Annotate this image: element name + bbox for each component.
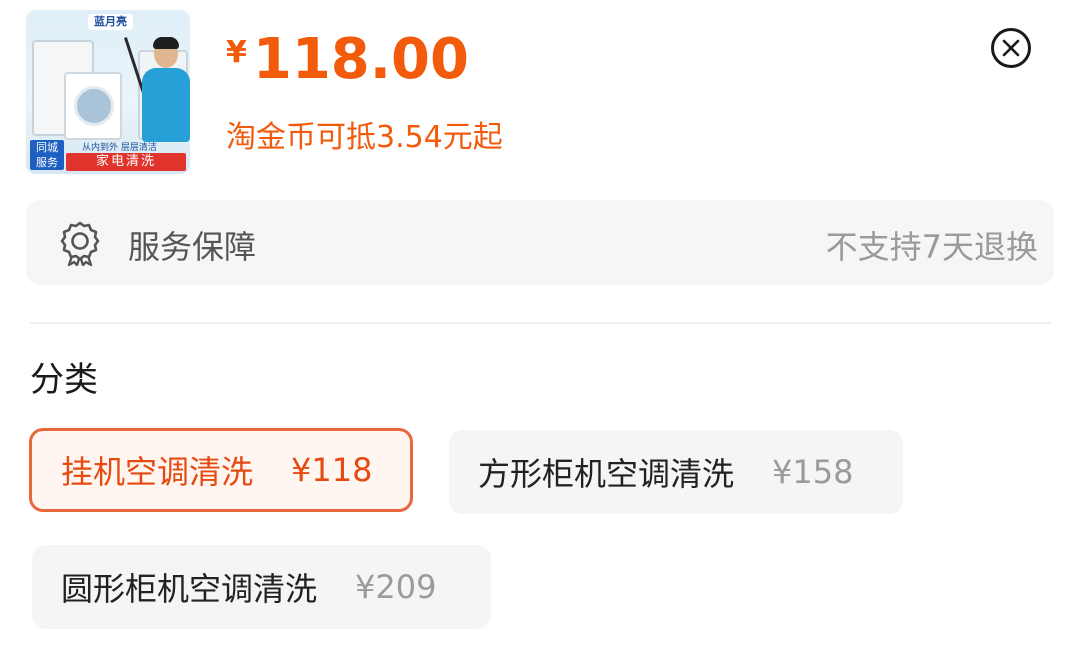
close-icon [1002,39,1020,57]
category-section-title: 分类 [30,360,98,400]
option-name: 圆形柜机空调清洗 [61,570,318,608]
thumbnail-city-badge: 同城 服务 [30,140,64,170]
option-price: ¥118 [291,451,373,489]
price-amount: 118.00 [252,27,469,92]
option-chip-round-cabinet-ac[interactable]: 圆形柜机空调清洗 ¥209 [32,545,491,629]
service-guarantee-row[interactable]: 服务保障 不支持7天退换 [26,200,1054,285]
technician-hair [153,37,179,49]
sku-selector-sheet: 蓝月亮 同城 服务 从内到外 层层清洁 家电清洗 ¥118.00 淘金币可抵3.… [0,0,1080,646]
badge-icon [60,221,100,266]
option-price: ¥209 [355,568,437,606]
washer-drum-shape [74,86,114,126]
coin-deduction-text: 淘金币可抵3.54元起 [226,120,503,155]
service-guarantee-value: 不支持7天退换 [825,228,1038,266]
product-thumbnail[interactable]: 蓝月亮 同城 服务 从内到外 层层清洁 家电清洗 [26,10,190,174]
thumbnail-brand-logo: 蓝月亮 [88,14,133,30]
service-guarantee-label: 服务保障 [128,228,257,266]
product-price: ¥118.00 [226,30,469,90]
currency-symbol: ¥ [226,35,247,70]
technician-body [142,68,190,142]
section-divider [30,322,1051,324]
option-name: 挂机空调清洗 [61,453,254,491]
option-chip-square-cabinet-ac[interactable]: 方形柜机空调清洗 ¥158 [449,430,903,514]
option-name: 方形柜机空调清洗 [478,455,735,493]
option-price: ¥158 [772,453,854,491]
close-button[interactable] [991,28,1031,68]
thumbnail-service-tag: 家电清洗 [66,153,186,171]
option-chip-wall-ac[interactable]: 挂机空调清洗 ¥118 [29,428,413,512]
thumbnail-slogan: 从内到外 层层清洁 [82,143,157,153]
